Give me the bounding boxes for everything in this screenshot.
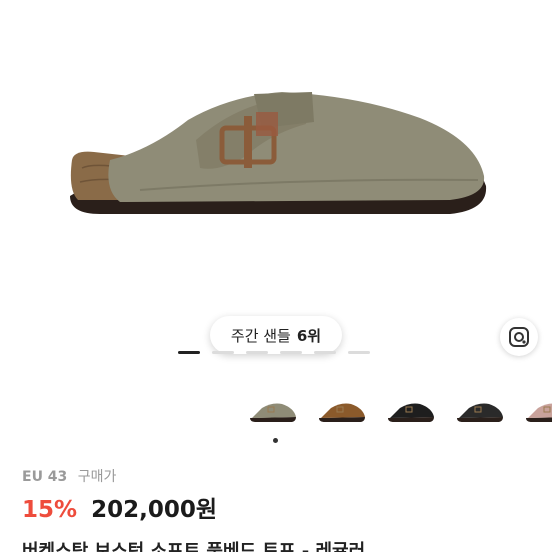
tan-thumbnail[interactable] — [313, 392, 369, 432]
taupe-thumbnail[interactable] — [244, 392, 300, 432]
carousel-segment — [348, 351, 370, 354]
carousel-segment — [246, 351, 268, 354]
pink-thumbnail[interactable] — [520, 392, 552, 432]
size-info: EU 43 구매가 — [22, 466, 116, 486]
carousel-segment — [314, 351, 336, 354]
carousel-indicator — [178, 351, 374, 354]
carousel-segment — [280, 351, 302, 354]
black-oiled-thumbnail[interactable] — [451, 392, 507, 432]
price-value: 202,000원 — [91, 497, 217, 523]
rank-position: 6위 — [296, 326, 322, 345]
size-label: EU 43 — [22, 469, 68, 485]
price-info: 15% 202,000원 — [22, 490, 217, 524]
carousel-segment — [212, 351, 234, 354]
carousel-segment — [178, 351, 200, 354]
rank-category-label: 주간 샌들 — [230, 326, 291, 345]
product-title[interactable]: 버켄스탁 보스턴 소프트 풋베드 토프 - 레귤러 — [22, 534, 552, 552]
lens-search-icon — [509, 327, 529, 347]
image-search-button[interactable] — [500, 318, 538, 356]
selected-color-dot — [273, 438, 278, 443]
purchase-price-label: 구매가 — [77, 469, 117, 485]
color-options — [244, 392, 552, 432]
weekly-rank-badge[interactable]: 주간 샌들 6위 — [210, 316, 342, 354]
black-thumbnail[interactable] — [382, 392, 438, 432]
discount-rate: 15% — [22, 497, 78, 523]
product-image[interactable] — [0, 0, 552, 300]
